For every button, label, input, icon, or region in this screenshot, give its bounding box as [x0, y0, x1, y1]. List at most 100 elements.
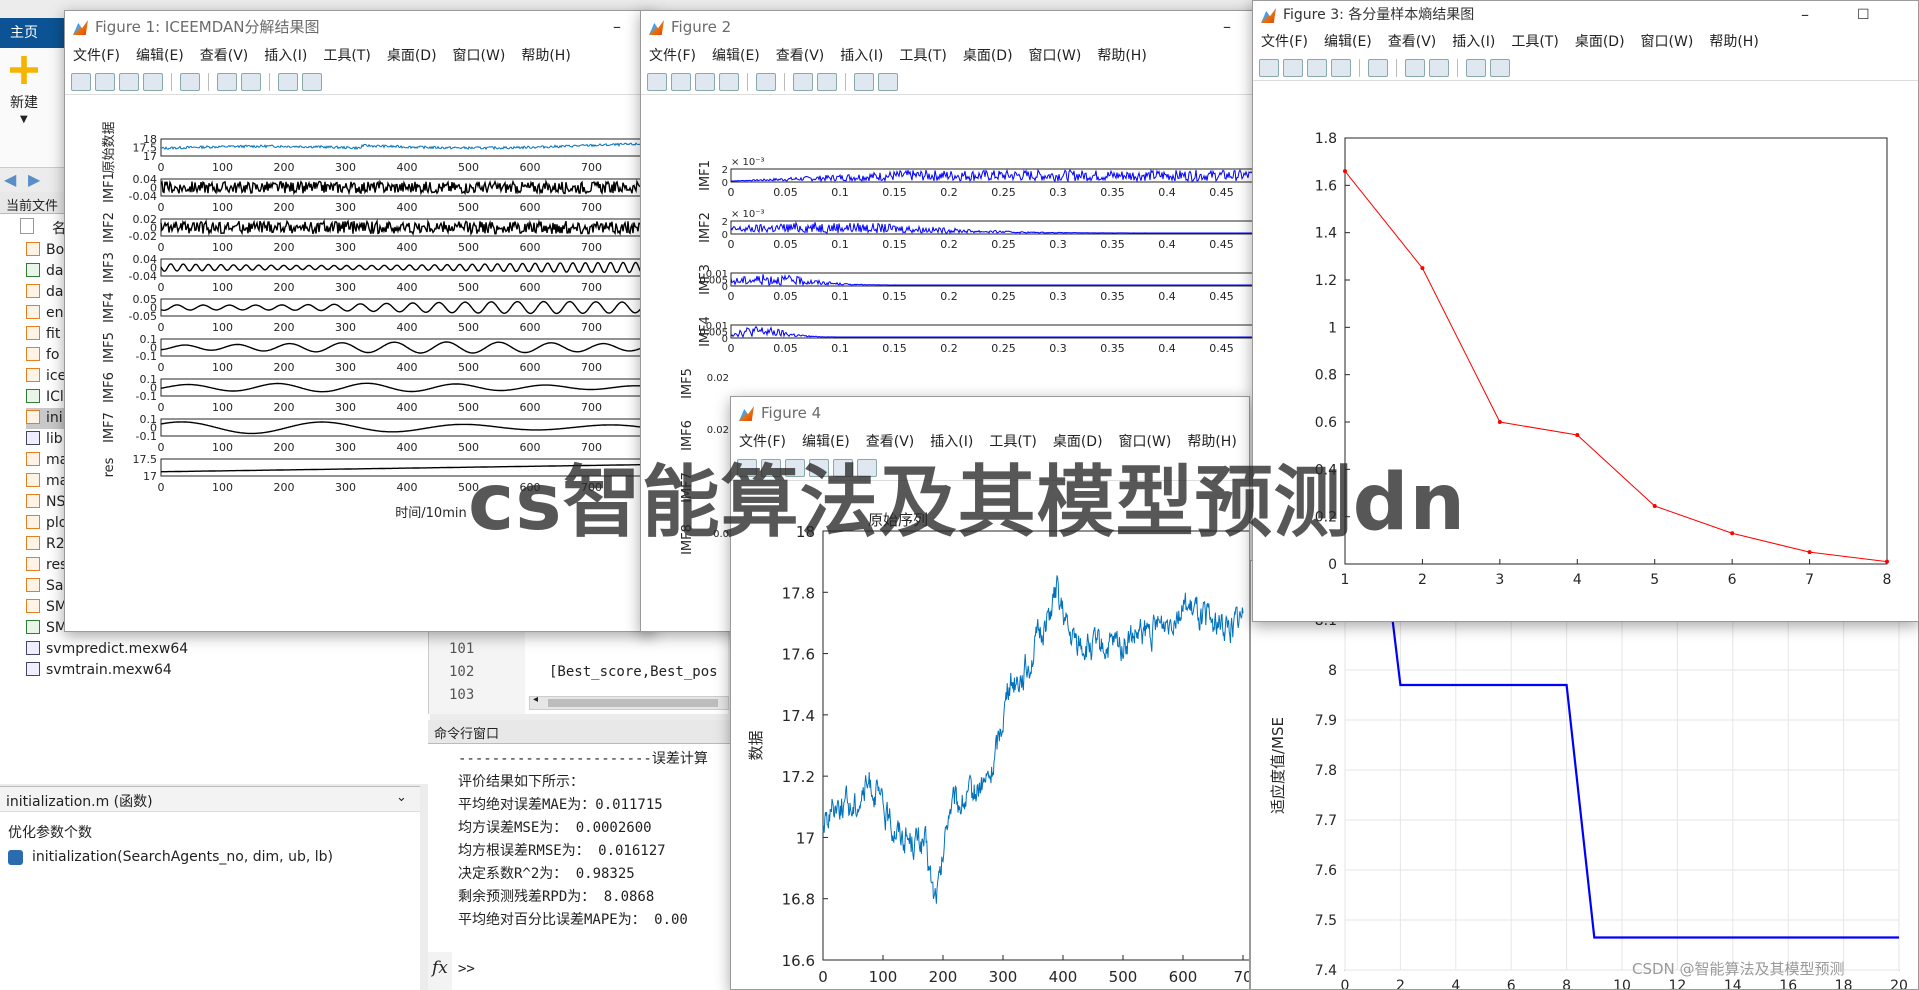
property-editor-icon[interactable] — [1490, 58, 1510, 77]
menu-insert[interactable]: 插入(I) — [1452, 34, 1495, 50]
x-tick-label: 0.15 — [882, 290, 907, 303]
y-tick-label: 17.8 — [782, 584, 815, 602]
menu-file[interactable]: 文件(F) — [649, 48, 696, 64]
edit-plot-icon[interactable] — [854, 72, 874, 91]
save-icon[interactable] — [1307, 58, 1327, 77]
print-icon[interactable] — [143, 72, 163, 91]
new-figure-icon[interactable] — [647, 72, 667, 91]
data-point — [1343, 169, 1347, 174]
code-line[interactable]: [Best_score,Best_pos — [549, 661, 718, 684]
colorbar-icon[interactable] — [1405, 58, 1425, 77]
menu-insert[interactable]: 插入(I) — [264, 48, 307, 64]
figure-3-titlebar[interactable]: Figure 3: 各分量样本熵结果图 – ☐ — [1253, 1, 1918, 29]
fitness-figure-window[interactable]: 024681012141618207.47.57.67.77.87.988.18… — [1250, 560, 1919, 990]
data-point — [1807, 550, 1812, 555]
menu-window[interactable]: 窗口(W) — [1029, 48, 1082, 64]
x-tick-label: 300 — [335, 481, 356, 494]
figure-4-titlebar[interactable]: Figure 4 — [731, 397, 1249, 429]
print-icon[interactable] — [719, 72, 739, 91]
x-tick-label: 0 — [158, 401, 165, 414]
tab-home[interactable]: 主页 — [0, 18, 70, 48]
y-tick-label: 16.8 — [782, 891, 815, 909]
menu-file[interactable]: 文件(F) — [73, 48, 120, 64]
menu-view[interactable]: 查看(V) — [1388, 34, 1437, 50]
figure-3-title: Figure 3: 各分量样本熵结果图 — [1283, 7, 1475, 23]
open-icon[interactable] — [671, 72, 691, 91]
minimize-button[interactable]: – — [1801, 1, 1809, 29]
forward-arrow-icon[interactable]: ▶ — [28, 170, 40, 189]
matlab-icon — [649, 20, 664, 35]
x-tick-label: 400 — [397, 241, 418, 254]
new-button[interactable]: 新建 — [10, 92, 38, 112]
menu-tools[interactable]: 工具(T) — [899, 48, 946, 64]
scrollbar-thumb[interactable] — [548, 699, 718, 707]
details-signature: initialization(SearchAgents_no, dim, ub,… — [32, 849, 333, 865]
menu-edit[interactable]: 编辑(E) — [712, 48, 760, 64]
y-tick-label: 7.7 — [1315, 813, 1337, 829]
x-tick-label: 0.45 — [1209, 290, 1234, 303]
open-icon[interactable] — [1283, 58, 1303, 77]
horizontal-scrollbar[interactable]: ◂ — [529, 694, 729, 710]
legend-icon[interactable] — [241, 72, 261, 91]
save-icon[interactable] — [119, 72, 139, 91]
x-tick-label: 400 — [397, 161, 418, 174]
file-list-item[interactable]: svmpredict.mexw64 — [26, 639, 426, 660]
menu-tools[interactable]: 工具(T) — [323, 48, 370, 64]
minimize-button[interactable]: – — [1223, 11, 1231, 43]
x-tick-label: 0.25 — [991, 342, 1016, 355]
y-axis-label: IMF5 — [102, 332, 117, 363]
chevron-down-icon[interactable]: ⌄ — [396, 790, 407, 805]
legend-icon[interactable] — [817, 72, 837, 91]
scroll-left-icon[interactable]: ◂ — [533, 694, 538, 705]
link-plot-icon[interactable] — [180, 72, 200, 91]
menu-desktop[interactable]: 桌面(D) — [963, 48, 1013, 64]
y-tick-label: 17 — [143, 150, 157, 163]
x-tick-label: 400 — [397, 481, 418, 494]
menu-edit[interactable]: 编辑(E) — [1324, 34, 1372, 50]
minimize-button[interactable]: – — [613, 11, 621, 43]
legend-icon[interactable] — [1429, 58, 1449, 77]
fitness-plot[interactable]: 024681012141618207.47.57.67.77.87.988.18… — [1251, 561, 1919, 990]
new-icon[interactable] — [10, 56, 38, 84]
menu-edit[interactable]: 编辑(E) — [136, 48, 184, 64]
new-figure-icon[interactable] — [71, 72, 91, 91]
link-plot-icon[interactable] — [756, 72, 776, 91]
menu-help[interactable]: 帮助(H) — [1097, 48, 1146, 64]
menu-file[interactable]: 文件(F) — [1261, 34, 1308, 50]
new-figure-icon[interactable] — [1259, 58, 1279, 77]
property-editor-icon[interactable] — [302, 72, 322, 91]
menu-desktop[interactable]: 桌面(D) — [387, 48, 437, 64]
command-window[interactable]: -----------------------误差计算 评价结果如下所示： 平均绝对… — [428, 744, 738, 990]
x-tick-label: 400 — [397, 281, 418, 294]
figure-4-plot[interactable]: 原始序列16.616.81717.217.417.617.8180 100 200 3… — [731, 481, 1250, 990]
figure-1-titlebar[interactable]: Figure 1: ICEEMDAN分解结果图 – — [65, 11, 653, 43]
figure-2-titlebar[interactable]: Figure 2 – — [641, 11, 1259, 43]
fx-icon[interactable]: fx — [432, 958, 448, 978]
file-list-item[interactable]: svmtrain.mexw64 — [26, 660, 426, 681]
maximize-button[interactable]: ☐ — [1857, 1, 1870, 29]
x-tick-label: 0.45 — [1209, 342, 1234, 355]
menu-view[interactable]: 查看(V) — [200, 48, 249, 64]
colorbar-icon[interactable] — [793, 72, 813, 91]
x-tick-label: 500 — [458, 401, 479, 414]
print-icon[interactable] — [1331, 58, 1351, 77]
save-icon[interactable] — [695, 72, 715, 91]
chevron-down-icon[interactable]: ▼ — [20, 114, 28, 125]
menu-view[interactable]: 查看(V) — [776, 48, 825, 64]
property-editor-icon[interactable] — [878, 72, 898, 91]
menu-desktop[interactable]: 桌面(D) — [1575, 34, 1625, 50]
menu-help[interactable]: 帮助(H) — [521, 48, 570, 64]
link-plot-icon[interactable] — [1368, 58, 1388, 77]
menu-insert[interactable]: 插入(I) — [840, 48, 883, 64]
edit-plot-icon[interactable] — [278, 72, 298, 91]
menu-help[interactable]: 帮助(H) — [1709, 34, 1758, 50]
open-icon[interactable] — [95, 72, 115, 91]
colorbar-icon[interactable] — [217, 72, 237, 91]
menu-tools[interactable]: 工具(T) — [1511, 34, 1558, 50]
menu-window[interactable]: 窗口(W) — [453, 48, 506, 64]
back-arrow-icon[interactable]: ◀ — [4, 170, 16, 189]
menu-window[interactable]: 窗口(W) — [1641, 34, 1694, 50]
command-prompt[interactable]: >> — [458, 958, 475, 981]
x-tick-label: 0 — [158, 441, 165, 454]
edit-plot-icon[interactable] — [1466, 58, 1486, 77]
